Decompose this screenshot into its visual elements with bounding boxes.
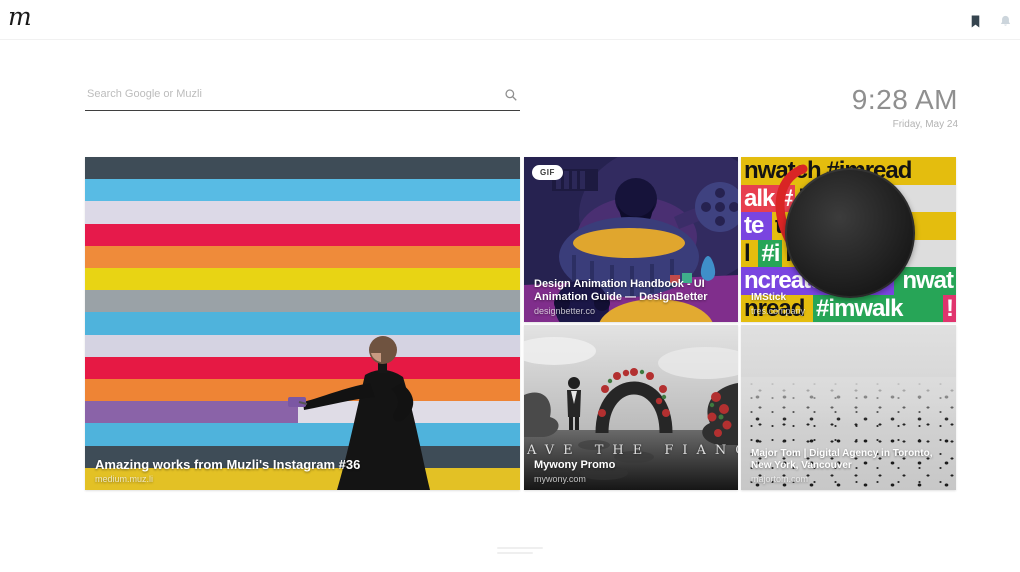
search-icon[interactable] (504, 88, 518, 102)
card-title: Mywony Promo (534, 459, 730, 472)
card-title: Design Animation Handbook - UI Animation… (534, 278, 730, 304)
feed-loading-placeholder (497, 544, 543, 557)
magnetic-disc-image (785, 168, 915, 298)
feed-card-muzli-instagram[interactable]: Amazing works from Muzli's Instagram #36… (85, 157, 520, 490)
clock-date: Friday, May 24 (852, 119, 958, 130)
card-title: Major Tom | Digital Agency in Toronto, N… (751, 448, 948, 472)
feed-card-imstick[interactable]: nwatch #imreadalk #imin! #te tch h #il #… (741, 157, 956, 322)
card-source: majortom.com (751, 474, 948, 484)
save-the-fiance-caption: AVE THE FIANC (524, 443, 738, 458)
clock-widget: 9:28 AM Friday, May 24 (852, 84, 958, 130)
feed-card-mywony[interactable]: AVE THE FIANC Mywony Promo mywony.com (524, 325, 738, 490)
clock-time: 9:28 AM (852, 84, 958, 116)
bookmark-icon[interactable] (966, 12, 984, 30)
notifications-icon[interactable] (996, 12, 1014, 30)
gif-badge: GIF (532, 165, 563, 180)
card-source: designbetter.co (534, 306, 730, 316)
topbar: m (0, 0, 1020, 40)
feed-card-designbetter[interactable]: GIF Design Animation Handbook - UI Anima… (524, 157, 738, 322)
search-input[interactable] (85, 85, 520, 111)
muzli-logo[interactable]: m (8, 2, 32, 31)
search-bar (85, 84, 520, 114)
card-title: IMStick (751, 292, 948, 304)
card-source: mywony.com (534, 474, 730, 484)
feed-card-majortom[interactable]: Major Tom | Digital Agency in Toronto, N… (741, 325, 956, 490)
card-source: tres.company (751, 306, 948, 316)
card-title: Amazing works from Muzli's Instagram #36 (95, 457, 512, 472)
woman-painting-illustration (85, 157, 520, 490)
card-source: medium.muz.li (95, 474, 512, 484)
feed-grid: Amazing works from Muzli's Instagram #36… (85, 157, 956, 490)
